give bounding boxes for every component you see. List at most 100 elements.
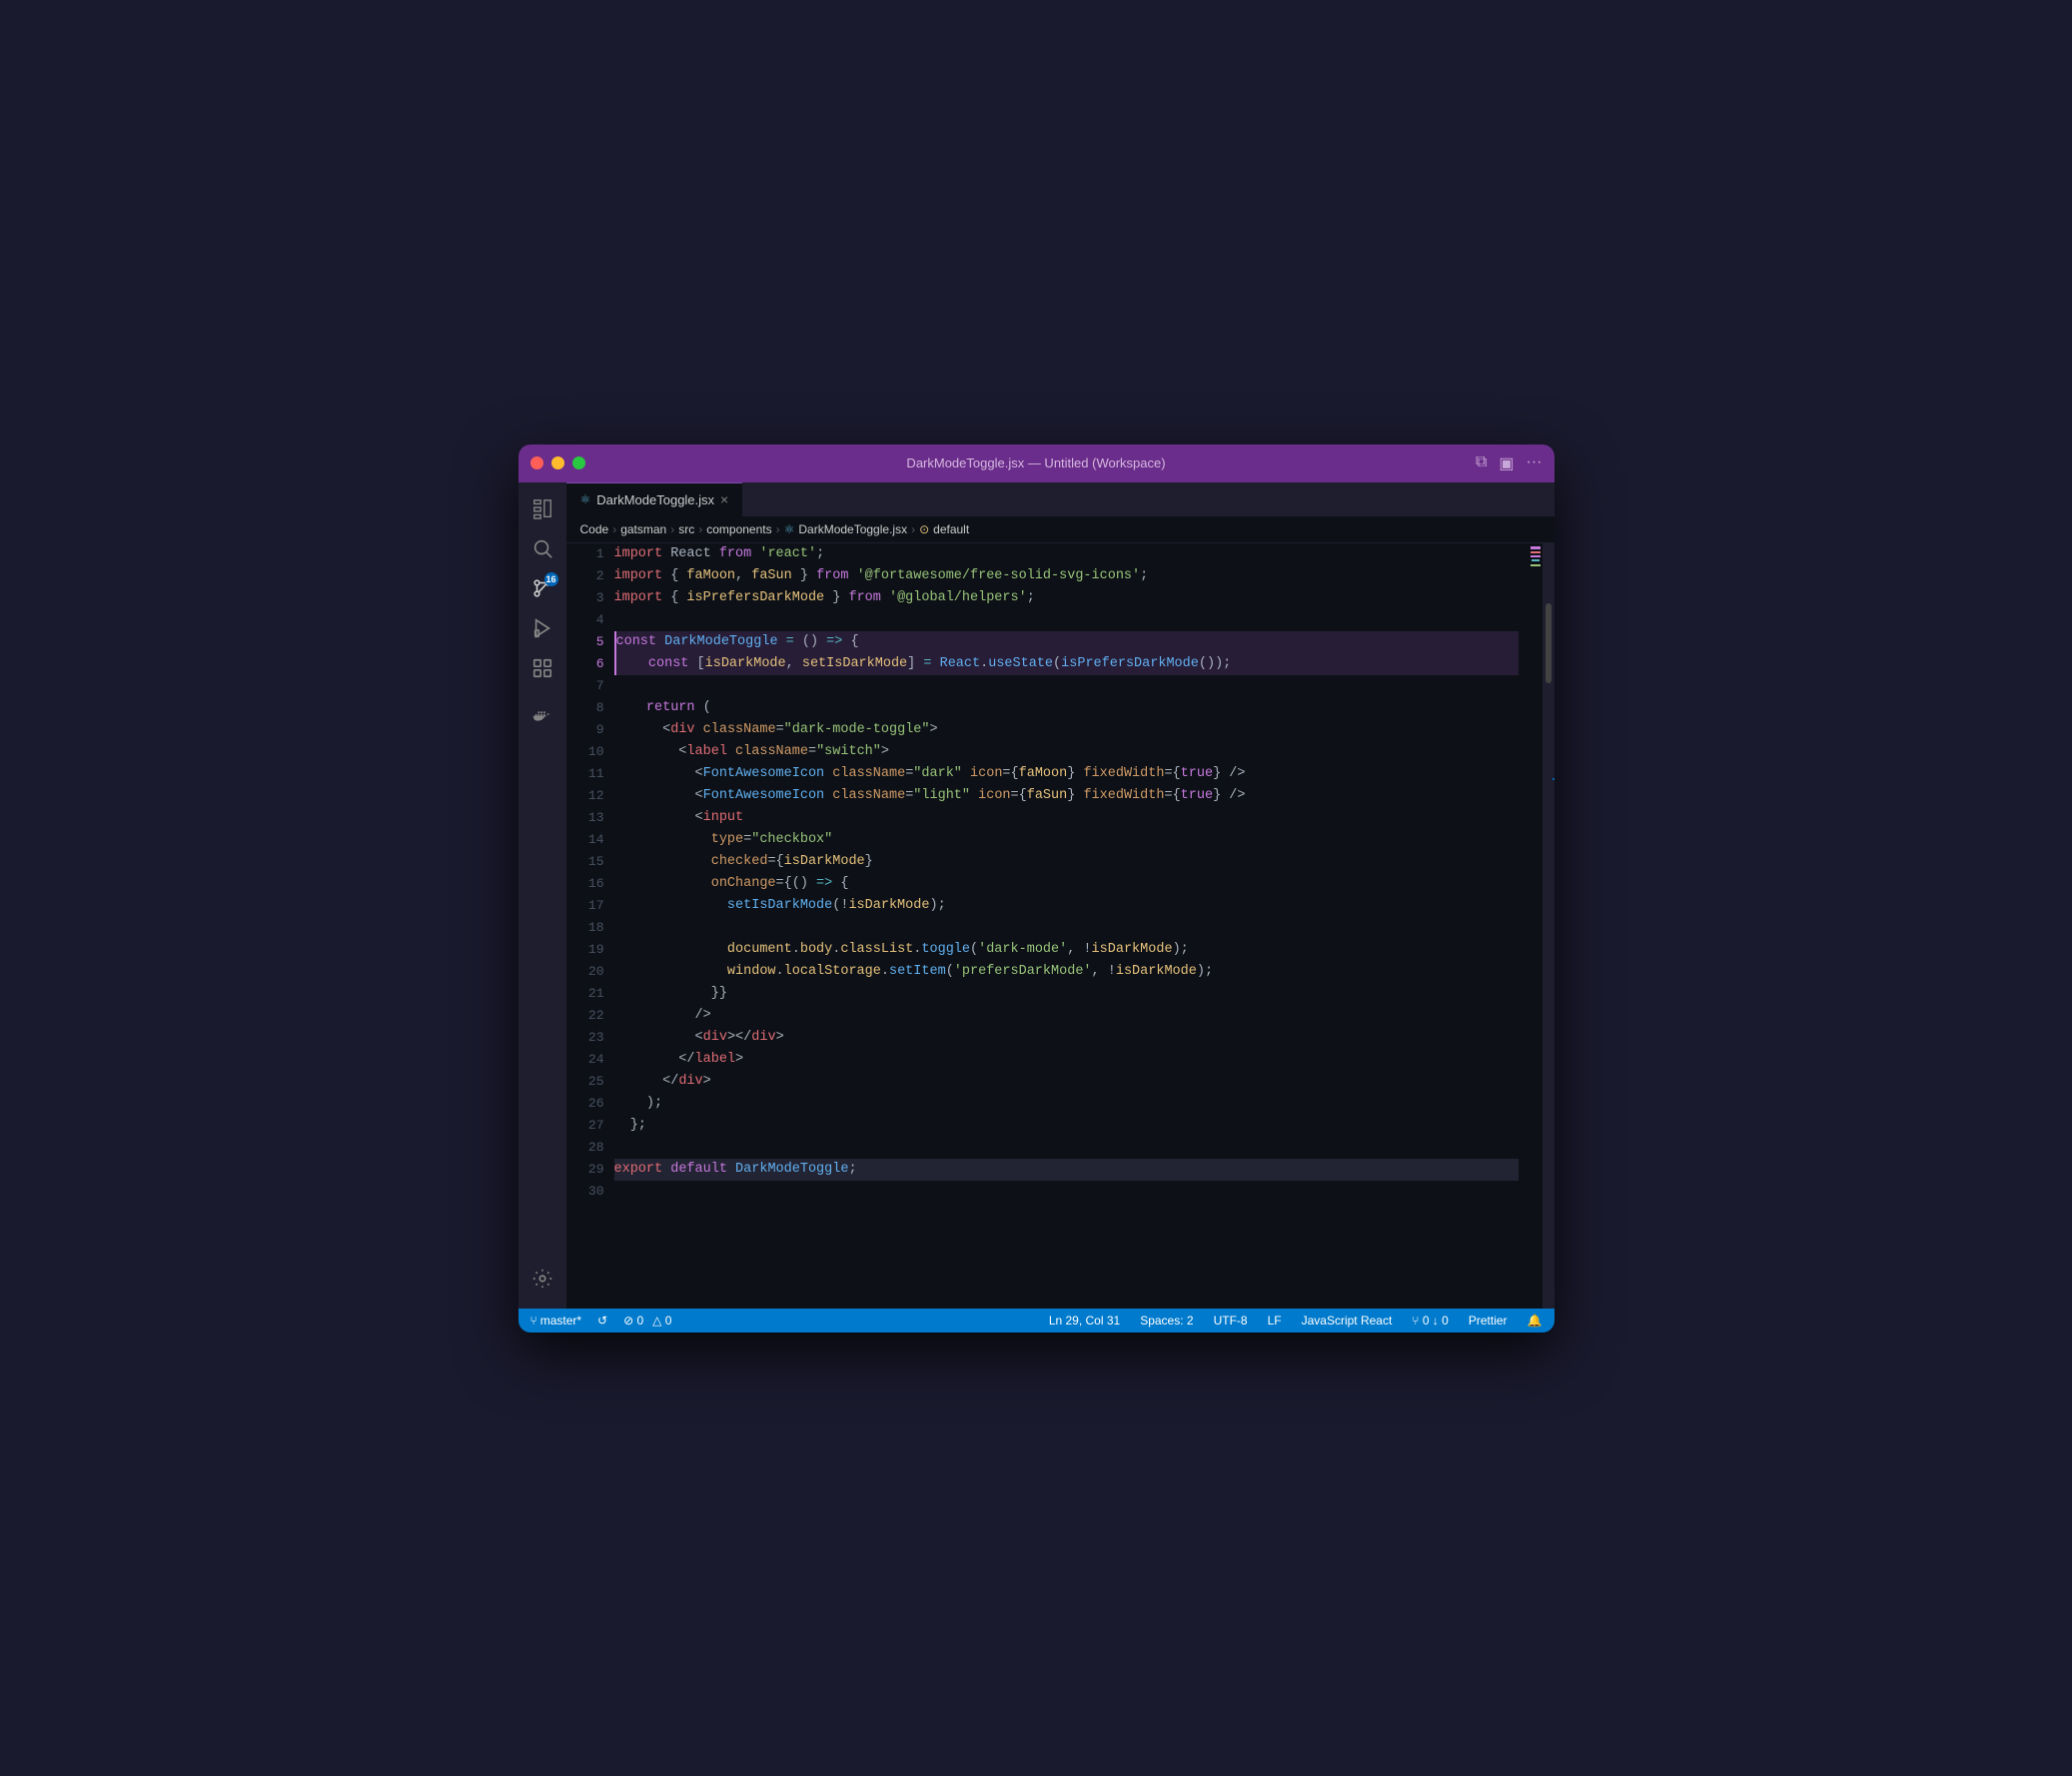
code-line-17: setIsDarkMode(!isDarkMode);: [614, 895, 1519, 917]
code-line-22: />: [614, 1005, 1519, 1027]
breadcrumb-components[interactable]: components: [706, 522, 771, 536]
position-item[interactable]: Ln 29, Col 31: [1045, 1309, 1124, 1332]
code-line-5: const DarkModeToggle = () => {: [614, 631, 1519, 653]
code-line-28: [614, 1137, 1519, 1159]
code-line-4: [614, 609, 1519, 631]
breadcrumb-filename[interactable]: DarkModeToggle.jsx: [798, 522, 907, 536]
git-branch-label: master*: [540, 1314, 581, 1328]
code-content[interactable]: import React from 'react'; import { faMo…: [614, 543, 1529, 1309]
main-area: 16: [518, 482, 1554, 1309]
encoding-label: UTF-8: [1214, 1314, 1248, 1328]
code-line-27: };: [614, 1115, 1519, 1137]
code-line-18: [614, 917, 1519, 939]
titlebar: DarkModeToggle.jsx — Untitled (Workspace…: [518, 444, 1554, 482]
sync-icon: ↺: [597, 1314, 607, 1328]
tab-darkmodetogglejsx[interactable]: ⚛ DarkModeToggle.jsx ×: [566, 482, 743, 516]
notification-bell[interactable]: 🔔: [1524, 1309, 1547, 1332]
sidebar-item-source-control[interactable]: 16: [524, 570, 560, 606]
status-right: Ln 29, Col 31 Spaces: 2 UTF-8 LF JavaScr…: [1045, 1309, 1547, 1332]
file-icon: ⚛: [580, 492, 591, 506]
code-line-14: type="checkbox": [614, 829, 1519, 851]
sidebar-item-extensions[interactable]: [524, 650, 560, 686]
code-line-21: }}: [614, 983, 1519, 1005]
sep5: ›: [911, 522, 915, 536]
breadcrumb-src[interactable]: src: [678, 522, 694, 536]
code-line-25: </div>: [614, 1071, 1519, 1093]
breadcrumb-gatsman[interactable]: gatsman: [620, 522, 666, 536]
position-label: Ln 29, Col 31: [1049, 1314, 1120, 1328]
minimize-button[interactable]: [551, 456, 564, 469]
encoding-item[interactable]: UTF-8: [1210, 1309, 1252, 1332]
code-line-23: <div></div>: [614, 1027, 1519, 1049]
sep4: ›: [776, 522, 780, 536]
errors-label: ⊘ 0: [623, 1314, 643, 1328]
git-info-item[interactable]: ⑂ 0 ↓ 0: [1408, 1309, 1453, 1332]
breadcrumb: Code › gatsman › src › components › ⚛ Da…: [566, 517, 1554, 543]
code-line-20: window.localStorage.setItem('prefersDark…: [614, 961, 1519, 983]
code-line-10: <label className="switch">: [614, 741, 1519, 763]
sep1: ›: [612, 522, 616, 536]
activity-bar: 16: [518, 482, 566, 1309]
code-line-3: import { isPrefersDarkMode } from '@glob…: [614, 587, 1519, 609]
code-line-2: import { faMoon, faSun } from '@fortawes…: [614, 565, 1519, 587]
sidebar-item-docker[interactable]: [524, 698, 560, 734]
close-button[interactable]: [530, 456, 543, 469]
sep3: ›: [698, 522, 702, 536]
split-editor-icon[interactable]: ⧉: [1476, 453, 1487, 473]
breadcrumb-code[interactable]: Code: [580, 522, 609, 536]
sync-item[interactable]: ↺: [593, 1309, 611, 1332]
code-line-19: document.body.classList.toggle('dark-mod…: [614, 939, 1519, 961]
toggle-sidebar-icon[interactable]: ▣: [1499, 453, 1514, 473]
spaces-label: Spaces: 2: [1140, 1314, 1193, 1328]
code-line-29: export default DarkModeToggle;: [614, 1159, 1519, 1181]
line-ending-label: LF: [1268, 1314, 1282, 1328]
tab-label: DarkModeToggle.jsx: [596, 492, 714, 507]
window-controls: [530, 456, 585, 469]
vscode-window: DarkModeToggle.jsx — Untitled (Workspace…: [518, 444, 1554, 1332]
code-line-6: const [isDarkMode, setIsDarkMode] = Reac…: [614, 653, 1519, 675]
line-numbers: 1234 5 6 78910 11121314 15161718 1920212…: [566, 543, 614, 1309]
git-info-label: ⑂ 0 ↓ 0: [1412, 1314, 1449, 1328]
code-line-11: <FontAwesomeIcon className="dark" icon={…: [614, 763, 1519, 785]
code-line-13: <input: [614, 807, 1519, 829]
code-line-24: </label>: [614, 1049, 1519, 1071]
code-line-15: checked={isDarkMode}: [614, 851, 1519, 873]
scrollbar[interactable]: [1543, 543, 1554, 1309]
git-branch-item[interactable]: ⑂ master*: [526, 1309, 586, 1332]
settings-icon[interactable]: [524, 1261, 560, 1297]
status-bar: ⑂ master* ↺ ⊘ 0 △ 0 Ln 29, Col 31 Spaces…: [518, 1309, 1554, 1332]
titlebar-actions: ⧉ ▣ ···: [1476, 453, 1543, 473]
bell-icon: 🔔: [1528, 1314, 1543, 1328]
breadcrumb-file-icon2: ⚛: [784, 522, 795, 536]
window-title: DarkModeToggle.jsx — Untitled (Workspace…: [906, 455, 1165, 470]
breadcrumb-symbol-icon: ⊙: [919, 522, 929, 536]
editor-area: ⚛ DarkModeToggle.jsx × Code › gatsman › …: [566, 482, 1554, 1309]
code-line-8: return (: [614, 697, 1519, 719]
code-line-9: <div className="dark-mode-toggle">: [614, 719, 1519, 741]
git-icon: ⑂: [530, 1314, 537, 1328]
sidebar-item-run[interactable]: [524, 610, 560, 646]
tab-bar: ⚛ DarkModeToggle.jsx ×: [566, 482, 1554, 517]
maximize-button[interactable]: [572, 456, 585, 469]
tab-close-button[interactable]: ×: [720, 491, 728, 507]
sidebar-item-search[interactable]: [524, 530, 560, 566]
language-label: JavaScript React: [1302, 1314, 1393, 1328]
code-line-26: );: [614, 1093, 1519, 1115]
spaces-item[interactable]: Spaces: 2: [1136, 1309, 1197, 1332]
sep2: ›: [670, 522, 674, 536]
sidebar-item-explorer[interactable]: [524, 490, 560, 526]
formatter-item[interactable]: Prettier: [1465, 1309, 1512, 1332]
code-line-1: import React from 'react';: [614, 543, 1519, 565]
code-line-7: [614, 675, 1519, 697]
scrollbar-thumb[interactable]: [1546, 603, 1552, 683]
code-line-30: [614, 1181, 1519, 1203]
line-ending-item[interactable]: LF: [1264, 1309, 1286, 1332]
code-line-16: onChange={() => {: [614, 873, 1519, 895]
source-control-badge: 16: [544, 572, 558, 586]
code-editor[interactable]: 1234 5 6 78910 11121314 15161718 1920212…: [566, 543, 1554, 1309]
errors-item[interactable]: ⊘ 0 △ 0: [619, 1309, 675, 1332]
more-options-icon[interactable]: ···: [1527, 453, 1543, 473]
status-left: ⑂ master* ↺ ⊘ 0 △ 0: [526, 1309, 676, 1332]
breadcrumb-symbol[interactable]: default: [933, 522, 969, 536]
language-item[interactable]: JavaScript React: [1298, 1309, 1397, 1332]
